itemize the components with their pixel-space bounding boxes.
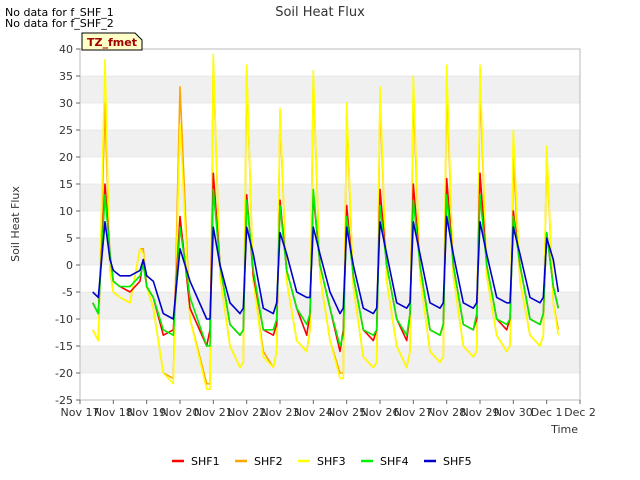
grid-band	[80, 238, 580, 265]
y-tick-label: -10	[55, 313, 73, 326]
legend-label-shf5: SHF5	[443, 455, 472, 468]
x-axis-label: Time	[550, 423, 578, 436]
y-tick-label: 5	[66, 232, 73, 245]
grid-band	[80, 184, 580, 211]
legend-label-shf4: SHF4	[380, 455, 409, 468]
y-tick-label: -20	[55, 367, 73, 380]
grid-band	[80, 76, 580, 103]
legend-label-shf1: SHF1	[191, 455, 220, 468]
y-tick-label: 0	[66, 259, 73, 272]
grid-band	[80, 130, 580, 157]
y-tick-label: -15	[55, 340, 73, 353]
x-tick-label: Nov 30	[494, 406, 533, 419]
x-tick-label: Dec 1	[531, 406, 563, 419]
y-tick-label: 15	[59, 178, 73, 191]
x-tick-label: Dec 2	[564, 406, 596, 419]
station-badge: TZ_fmet	[81, 32, 143, 51]
y-axis-label: Soil Heat Flux	[9, 186, 22, 262]
y-tick-label: 25	[59, 124, 73, 137]
y-tick-label: 10	[59, 205, 73, 218]
y-tick-label: -5	[62, 286, 73, 299]
station-badge-label: TZ_fmet	[87, 36, 137, 49]
soil-heat-flux-chart: -25-20-15-10-50510152025303540 Nov 17Nov…	[9, 5, 596, 468]
legend-label-shf3: SHF3	[317, 455, 346, 468]
y-tick-label: 40	[59, 43, 73, 56]
y-tick-label: 20	[59, 151, 73, 164]
chart-title: Soil Heat Flux	[275, 5, 365, 20]
legend-label-shf2: SHF2	[254, 455, 283, 468]
y-tick-label: 30	[59, 97, 73, 110]
y-tick-label: 35	[59, 70, 73, 83]
